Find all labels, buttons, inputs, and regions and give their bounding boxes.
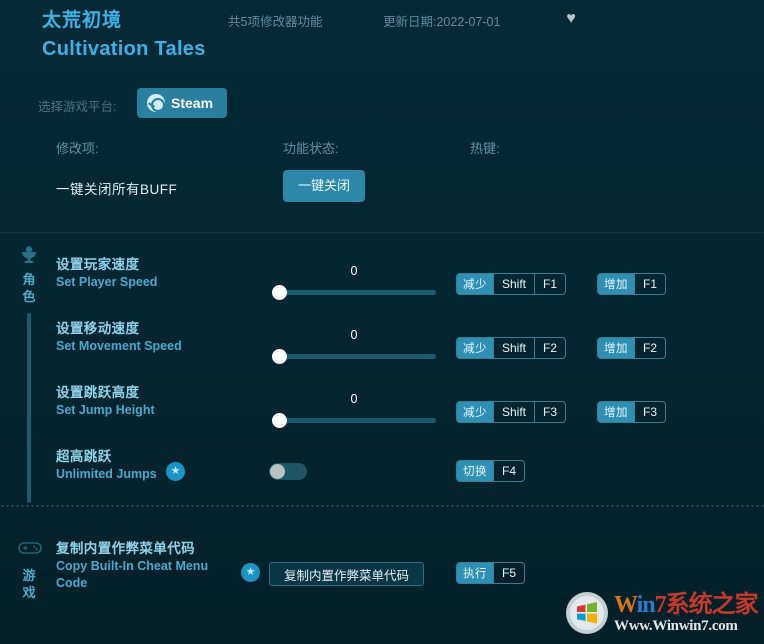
hotkey-action-label: 减少 [457, 402, 493, 422]
hotkey-action-label: 减少 [457, 338, 493, 358]
hotkey-key: F2 [534, 338, 565, 358]
slider-value: 0 [350, 264, 358, 278]
cheat-row-names: 设置移动速度 Set Movement Speed [56, 320, 256, 355]
hotkey-key: Shift [493, 274, 534, 294]
cheat-name-en: Unlimited Jumps [56, 467, 157, 481]
slider-knob[interactable] [272, 413, 287, 428]
hotkey-toggle[interactable]: 切换 F4 [456, 460, 526, 482]
copy-cheat-code-button[interactable]: 复制内置作弊菜单代码 [269, 562, 425, 586]
hotkey-action-label: 执行 [457, 563, 493, 583]
toggle-knob [270, 464, 285, 479]
hotkey-execute[interactable]: 执行 F5 [456, 562, 526, 584]
cheat-row: 复制内置作弊菜单代码 Copy Built-In Cheat Menu Code… [0, 540, 764, 610]
hotkey-decrease[interactable]: 减少 Shift F1 [456, 273, 567, 295]
hotkey-action-label: 增加 [598, 402, 634, 422]
heart-icon[interactable]: ♥ [562, 10, 580, 28]
hotkey-key: F4 [493, 461, 524, 481]
cheat-row: 设置玩家速度 Set Player Speed 0 减少 Shift F1 增加… [0, 256, 764, 320]
column-headers: 修改项: 功能状态: 热键: [0, 138, 764, 158]
hotkey-action-label: 减少 [457, 274, 493, 294]
slider-control[interactable]: 0 [272, 328, 436, 372]
update-date-label: 更新日期:2022-07-01 [383, 15, 501, 29]
hotkey-key: F1 [634, 274, 665, 294]
trainer-window: 太荒初境 Cultivation Tales 共5项修改器功能 更新日期:202… [0, 0, 764, 644]
slider-track[interactable] [272, 290, 436, 295]
hotkey-key: F5 [493, 563, 524, 583]
hotkey-action-label: 切换 [457, 461, 493, 481]
divider-top [0, 232, 764, 233]
hotkey-action-label: 增加 [598, 338, 634, 358]
slider-control[interactable]: 0 [272, 264, 436, 308]
hotkey-key: F2 [634, 338, 665, 358]
slider-track[interactable] [272, 418, 436, 423]
steam-icon [147, 94, 165, 112]
page-title-cn: 太荒初境 [42, 10, 123, 31]
column-header-hotkey: 热键: [470, 141, 500, 156]
cheat-name-cn: 超高跳跃 [56, 449, 112, 464]
column-header-state: 功能状态: [283, 141, 339, 156]
section-character: 角色 设置玩家速度 Set Player Speed 0 减少 Shift F1… [0, 244, 764, 503]
slider-control[interactable]: 0 [272, 392, 436, 436]
cheat-name-en: Set Movement Speed [56, 339, 182, 353]
platform-label: 选择游戏平台: [38, 100, 117, 114]
header: 太荒初境 Cultivation Tales 共5项修改器功能 更新日期:202… [0, 0, 764, 60]
platform-button-label: Steam [171, 95, 214, 111]
global-disable-label: 一键关闭所有BUFF [56, 182, 178, 197]
hotkey-key: F3 [534, 402, 565, 422]
slider-track[interactable] [272, 354, 436, 359]
hotkey-decrease[interactable]: 减少 Shift F2 [456, 337, 567, 359]
hotkey-key: F1 [534, 274, 565, 294]
hotkey-decrease[interactable]: 减少 Shift F3 [456, 401, 567, 423]
cheat-row: 设置跳跃高度 Set Jump Height 0 减少 Shift F3 增加 … [0, 384, 764, 448]
hotkey-increase[interactable]: 增加 F2 [597, 337, 667, 359]
global-disable-button[interactable]: 一键关闭 [283, 170, 365, 202]
cheat-name-en: Copy Built-In Cheat Menu Code [56, 559, 209, 590]
feature-count-label: 共5项修改器功能 [228, 15, 323, 29]
hotkey-key: F3 [634, 402, 665, 422]
column-header-mod: 修改项: [56, 141, 99, 156]
slider-value: 0 [350, 328, 358, 342]
cheat-name-cn: 设置移动速度 [56, 321, 140, 336]
divider-sections [0, 505, 764, 507]
page-title-en: Cultivation Tales [42, 38, 206, 60]
cheat-row-names: 复制内置作弊菜单代码 Copy Built-In Cheat Menu Code [56, 540, 242, 592]
cheat-name-en: Set Jump Height [56, 403, 155, 417]
hotkey-key: Shift [493, 402, 534, 422]
cheat-row: 超高跳跃 Unlimited Jumps ★ 切换 F4 [0, 448, 764, 512]
slider-value: 0 [350, 392, 358, 406]
platform-selector: 选择游戏平台: Steam [0, 88, 764, 120]
cheat-row-names: 设置玩家速度 Set Player Speed [56, 256, 256, 291]
star-icon[interactable]: ★ [241, 563, 260, 582]
cheat-name-en: Set Player Speed [56, 275, 158, 289]
hotkey-increase[interactable]: 增加 F3 [597, 401, 667, 423]
cheat-name-cn: 设置玩家速度 [56, 257, 140, 272]
hotkey-increase[interactable]: 增加 F1 [597, 273, 667, 295]
cheat-name-cn: 设置跳跃高度 [56, 385, 140, 400]
cheat-row: 设置移动速度 Set Movement Speed 0 减少 Shift F2 … [0, 320, 764, 384]
platform-button-steam[interactable]: Steam [137, 88, 228, 118]
toggle-switch[interactable] [269, 463, 307, 480]
hotkey-action-label: 增加 [598, 274, 634, 294]
cheat-row-names: 设置跳跃高度 Set Jump Height [56, 384, 256, 419]
section-game: 游戏 复制内置作弊菜单代码 Copy Built-In Cheat Menu C… [0, 540, 764, 640]
hotkey-key: Shift [493, 338, 534, 358]
cheat-name-cn: 复制内置作弊菜单代码 [56, 541, 195, 556]
global-disable-row: 一键关闭所有BUFF 一键关闭 [0, 170, 764, 214]
slider-knob[interactable] [272, 349, 287, 364]
cheat-row-names: 超高跳跃 Unlimited Jumps [56, 448, 256, 483]
star-icon[interactable]: ★ [166, 462, 185, 481]
slider-knob[interactable] [272, 285, 287, 300]
